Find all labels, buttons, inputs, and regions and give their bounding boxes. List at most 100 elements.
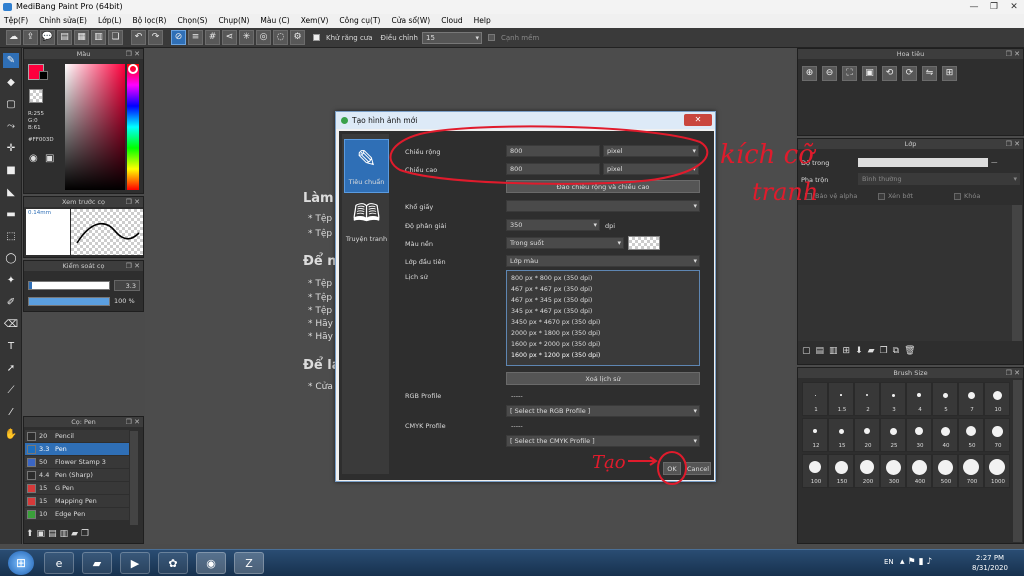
zoom-out-icon[interactable]: ⊖ <box>822 66 837 81</box>
menu-capture[interactable]: Chụp(N) <box>218 14 249 28</box>
brush-size-slider[interactable] <box>28 281 110 290</box>
brush-size-cell[interactable]: 2 <box>854 382 880 416</box>
brush-size-cell[interactable]: 4 <box>906 382 932 416</box>
menu-file[interactable]: Tệp(F) <box>4 14 28 28</box>
hue-slider-handle[interactable] <box>128 64 138 74</box>
brush-size-cell[interactable]: 400 <box>906 454 932 488</box>
transform-tool-icon[interactable]: ✛ <box>3 141 19 156</box>
merge-layer-icon[interactable]: ⧉ <box>893 346 899 356</box>
menu-filter[interactable]: Bộ lọc(R) <box>133 14 167 28</box>
eraser-tool-icon[interactable]: ◆ <box>3 75 19 90</box>
no-snap-icon[interactable]: ⊘ <box>171 30 186 45</box>
history-item[interactable]: 1600 px * 1200 px (350 dpi) <box>511 350 699 361</box>
palette-icon[interactable]: ◉ <box>29 153 38 164</box>
export-icon[interactable]: ⇪ <box>23 30 38 45</box>
blend-mode-dropdown[interactable]: Bình thường <box>858 173 1020 185</box>
brush-size-cell[interactable]: 7 <box>958 382 984 416</box>
vanishing-snap-icon[interactable]: ⋖ <box>222 30 237 45</box>
history-item[interactable]: 467 px * 345 px (350 dpi) <box>511 295 699 306</box>
lasso-tool-icon[interactable]: ◯ <box>3 251 19 266</box>
hand-tool-icon[interactable]: ✋ <box>3 427 19 442</box>
menu-edit[interactable]: Chỉnh sửa(E) <box>39 14 87 28</box>
resolution-dropdown[interactable]: 350 <box>506 219 600 231</box>
fill-shape-icon[interactable]: ■ <box>3 163 19 178</box>
lock-checkbox[interactable] <box>954 193 961 200</box>
brush-size-value[interactable]: 3.3 <box>114 280 140 291</box>
menu-help[interactable]: Help <box>474 14 491 28</box>
brush-list-item[interactable]: 4.4 Pen (Sharp) <box>25 469 129 481</box>
file-explorer-icon[interactable]: ▰ <box>82 552 112 574</box>
select-eraser-icon[interactable]: ⌫ <box>3 317 19 332</box>
brush-folder-icon[interactable]: ▰ <box>71 529 78 542</box>
clear-history-button[interactable]: Xoá lịch sử <box>506 372 700 385</box>
hue-slider[interactable] <box>127 64 139 190</box>
dot-tool-icon[interactable]: ▢ <box>3 97 19 112</box>
first-layer-dropdown[interactable]: Lớp màu <box>506 255 700 267</box>
bucket-tool-icon[interactable]: ◣ <box>3 185 19 200</box>
divide-tool-icon[interactable]: ⟋ <box>3 383 19 398</box>
layer-add-icon[interactable]: ▤ <box>57 30 72 45</box>
flip-icon[interactable]: ⇋ <box>922 66 937 81</box>
layer-opacity-slider[interactable] <box>858 158 988 167</box>
select-tool-icon[interactable]: ⬚ <box>3 229 19 244</box>
brush-size-cell[interactable]: 40 <box>932 418 958 452</box>
adjust-dropdown[interactable]: 15 <box>422 31 482 44</box>
menu-layer[interactable]: Lớp(L) <box>98 14 122 28</box>
brush-size-cell[interactable]: 30 <box>906 418 932 452</box>
history-item[interactable]: 800 px * 800 px (350 dpi) <box>511 273 699 284</box>
circle-snap-icon[interactable]: ◎ <box>256 30 271 45</box>
rotate-left-icon[interactable]: ⟲ <box>882 66 897 81</box>
brush-list-item[interactable]: 15 G Pen <box>25 482 129 494</box>
rotate-right-icon[interactable]: ⟳ <box>902 66 917 81</box>
new-8bit-layer-icon[interactable]: ▥ <box>829 346 838 356</box>
brush-size-cell[interactable]: 70 <box>984 418 1010 452</box>
actual-size-icon[interactable]: ▣ <box>862 66 877 81</box>
brush-size-cell[interactable]: 700 <box>958 454 984 488</box>
delete-layer-icon[interactable]: 🗑 <box>904 346 915 356</box>
media-player-icon[interactable]: ▶ <box>120 552 150 574</box>
page-icon[interactable]: ▥ <box>91 30 106 45</box>
cloud-icon[interactable]: ☁ <box>6 30 21 45</box>
close-button[interactable]: ✕ <box>1004 0 1024 14</box>
brush-size-cell[interactable]: 150 <box>828 454 854 488</box>
menu-cloud[interactable]: Cloud <box>441 14 462 28</box>
chrome-icon[interactable]: ◉ <box>196 552 226 574</box>
move-tool-icon[interactable]: ⤳ <box>3 119 19 134</box>
category-comic[interactable]: 🕮 Truyện tranh <box>344 196 389 250</box>
clipping-checkbox[interactable] <box>878 193 885 200</box>
add-brush-icon[interactable]: ⬆ <box>26 529 34 542</box>
layer-list[interactable] <box>798 205 1012 341</box>
zalo-icon[interactable]: Z <box>234 552 264 574</box>
layer-down-icon[interactable]: ⬇ <box>855 346 863 356</box>
grid-snap-icon[interactable]: # <box>205 30 220 45</box>
brush-size-cell[interactable]: 1000 <box>984 454 1010 488</box>
brush-size-cell[interactable]: 25 <box>880 418 906 452</box>
start-button[interactable]: ⊞ <box>8 551 34 575</box>
settings-snap-icon[interactable]: ⚙ <box>290 30 305 45</box>
brush-menu-icon[interactable]: ▤ <box>48 529 57 542</box>
soft-edge-checkbox[interactable] <box>488 34 495 41</box>
brush-doc-icon[interactable]: ▥ <box>60 529 69 542</box>
new-layer-icon[interactable]: ▢ <box>802 346 811 356</box>
coccoc-browser-icon[interactable]: ✿ <box>158 552 188 574</box>
brush-size-cell[interactable]: 300 <box>880 454 906 488</box>
brush-size-cell[interactable]: 100 <box>802 454 828 488</box>
select-pen-icon[interactable]: ✐ <box>3 295 19 310</box>
antialias-checkbox[interactable] <box>313 34 320 41</box>
maximize-button[interactable]: ❐ <box>984 0 1004 14</box>
brush-size-scrollbar[interactable] <box>1013 380 1022 542</box>
language-indicator[interactable]: EN <box>884 558 894 566</box>
new-halftone-layer-icon[interactable]: ▤ <box>816 346 825 356</box>
copy-icon[interactable]: ❏ <box>108 30 123 45</box>
fit-screen-icon[interactable]: ⛶ <box>842 66 857 81</box>
brush-copy-icon[interactable]: ❐ <box>81 529 89 542</box>
operation-tool-icon[interactable]: ➚ <box>3 361 19 376</box>
background-color-preview[interactable] <box>628 236 660 250</box>
menu-select[interactable]: Chọn(S) <box>177 14 207 28</box>
menu-view[interactable]: Xem(V) <box>301 14 329 28</box>
brush-size-cell[interactable]: 12 <box>802 418 828 452</box>
brush-list-scrollbar[interactable] <box>130 431 138 525</box>
history-list[interactable]: 800 px * 800 px (350 dpi) 467 px * 467 px… <box>506 270 700 366</box>
brush-size-cell[interactable]: 5 <box>932 382 958 416</box>
eyedropper-tool-icon[interactable]: ⁄ <box>3 405 19 420</box>
